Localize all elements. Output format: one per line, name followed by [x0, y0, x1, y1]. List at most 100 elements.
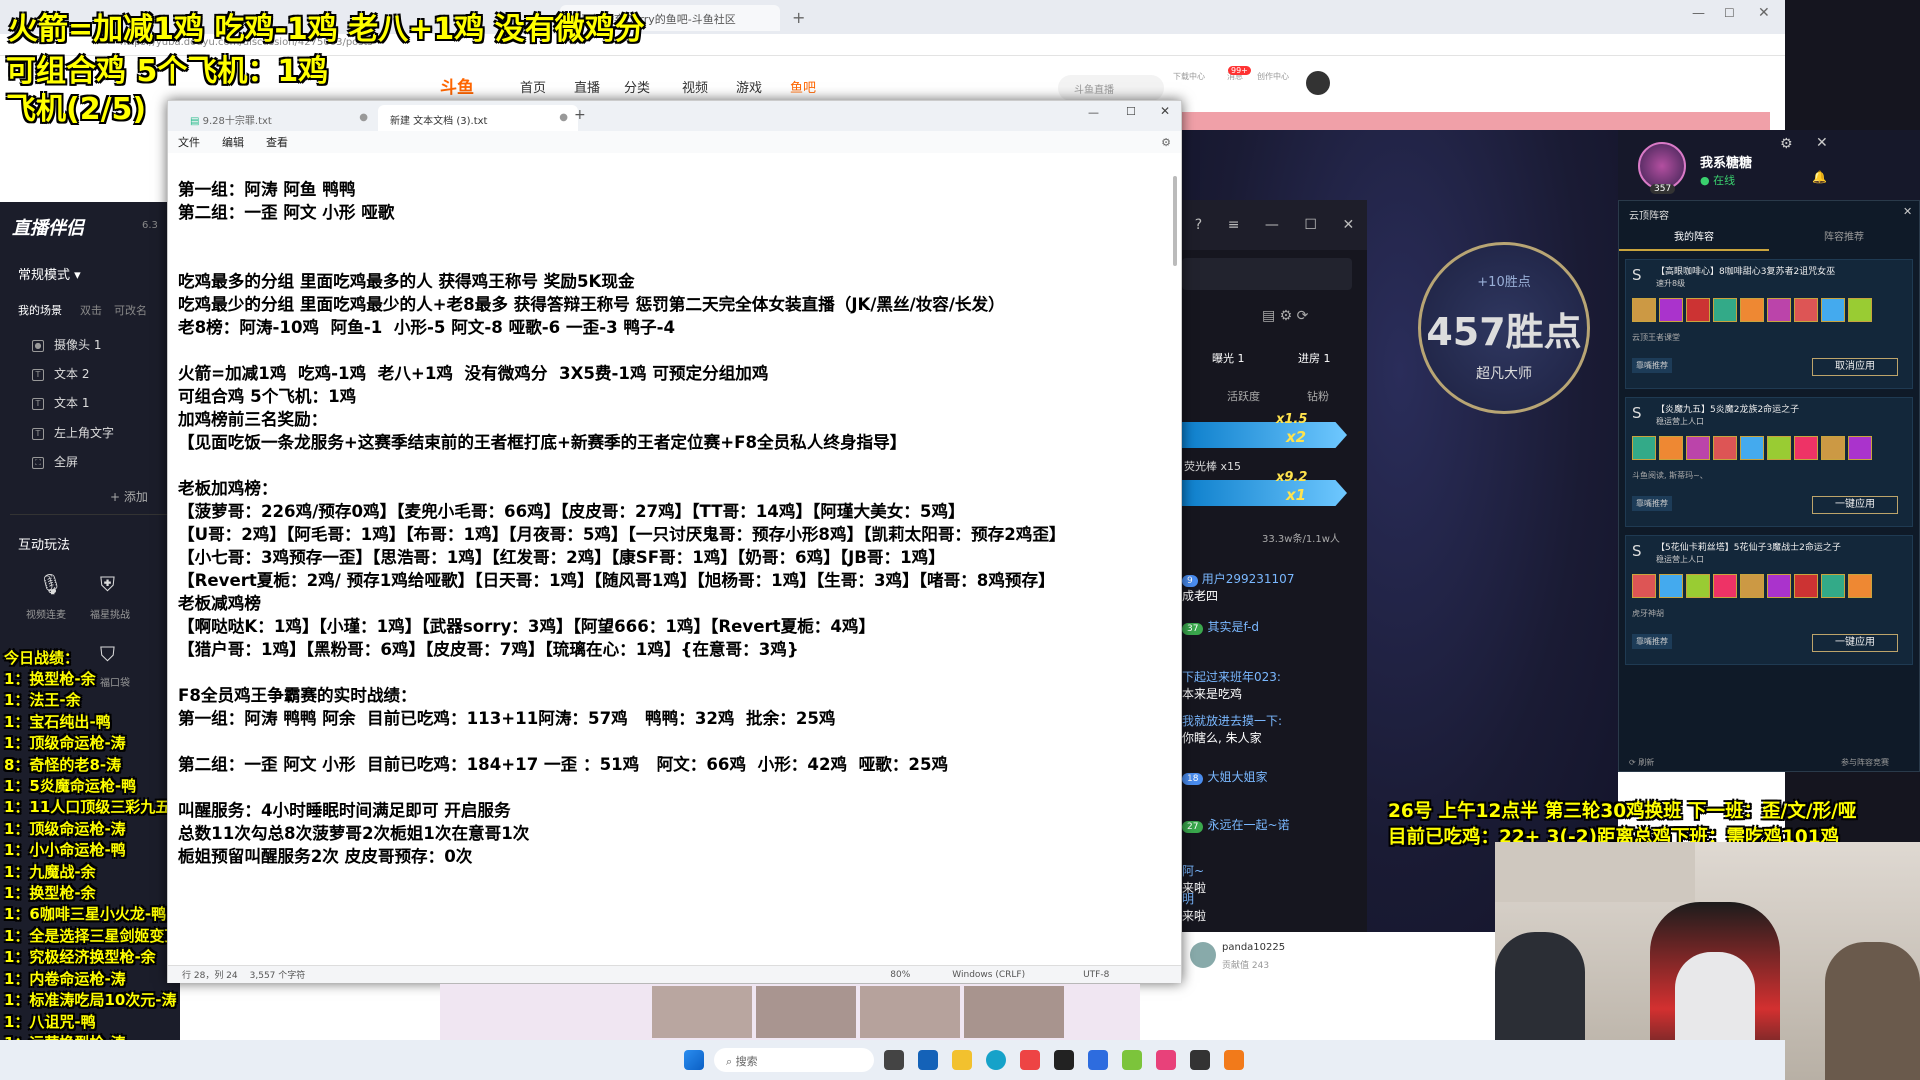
taskbar-search[interactable]: ⌕ 搜索: [714, 1048, 874, 1072]
douyu-icon[interactable]: [1224, 1050, 1244, 1070]
chat-user[interactable]: 永远在一起~诺: [1207, 818, 1289, 832]
champion-icon[interactable]: [1632, 298, 1656, 322]
champion-icon[interactable]: [1713, 574, 1737, 598]
nav-live[interactable]: 直播: [574, 77, 600, 96]
mic-icon[interactable]: 🎙: [38, 572, 63, 596]
video-thumb[interactable]: [964, 986, 1064, 1038]
user-card[interactable]: panda10225 贡献值 243: [1182, 932, 1342, 994]
avatar[interactable]: [1306, 71, 1330, 95]
close-icon[interactable]: ✕: [1758, 5, 1770, 21]
close-icon[interactable]: ✕: [1816, 135, 1828, 151]
champion-icon[interactable]: [1659, 574, 1683, 598]
menu-view[interactable]: 查看: [266, 134, 288, 150]
champion-icon[interactable]: [1848, 574, 1872, 598]
champion-icon[interactable]: [1848, 298, 1872, 322]
champion-icon[interactable]: [1767, 298, 1791, 322]
notepad-icon[interactable]: [1088, 1050, 1108, 1070]
chat-user[interactable]: 明: [1182, 892, 1194, 906]
obs-icon[interactable]: [1054, 1050, 1074, 1070]
app3-icon[interactable]: [1190, 1050, 1210, 1070]
chat-user[interactable]: 大姐大姐家: [1207, 770, 1267, 784]
chat-message[interactable]: 我就放进去摸一下: 你瞎么, 朱人家: [1182, 712, 1282, 746]
champion-icon[interactable]: [1632, 574, 1656, 598]
close-icon[interactable]: ✕: [1342, 217, 1354, 233]
nav-category[interactable]: 分类: [624, 77, 650, 96]
video-thumb[interactable]: [860, 986, 960, 1038]
minimize-icon[interactable]: —: [1265, 217, 1279, 233]
video-thumb[interactable]: [756, 986, 856, 1038]
maximize-icon[interactable]: ☐: [1724, 6, 1735, 20]
contest-link[interactable]: 参与阵容竞赛: [1841, 757, 1889, 768]
champion-icon[interactable]: [1686, 574, 1710, 598]
chat-user[interactable]: 用户299231107: [1202, 572, 1295, 586]
chat-user[interactable]: 下起过来班年023:: [1182, 670, 1281, 684]
chat-message[interactable]: 明来啦: [1182, 890, 1206, 924]
chat-message[interactable]: 18 大姐大姐家: [1182, 768, 1267, 785]
champion-icon[interactable]: [1740, 436, 1764, 460]
download-icon[interactable]: 下载中心: [1172, 71, 1206, 82]
add-source-button[interactable]: + 添加: [110, 488, 148, 505]
creator-icon[interactable]: 创作中心: [1256, 71, 1290, 82]
notepad-text-area[interactable]: 第一组：阿涛 阿鱼 鸭鸭 第二组：一歪 阿文 小形 哑歌 吃鸡最多的分组 里面吃鸡最…: [178, 178, 1163, 878]
scene-text-1[interactable]: T 文本 1: [32, 394, 89, 411]
chat-message[interactable]: 37 其实是f-d: [1182, 618, 1259, 635]
scene-fullscreen[interactable]: ⛶ 全屏: [32, 453, 78, 470]
chat-user[interactable]: 我就放进去摸一下:: [1182, 714, 1282, 728]
minimize-icon[interactable]: —: [1692, 6, 1705, 21]
scrollbar-thumb[interactable]: [1173, 176, 1177, 266]
minimize-icon[interactable]: —: [1088, 106, 1099, 119]
app-icon[interactable]: [1020, 1050, 1040, 1070]
notepad-tab-2[interactable]: 新建 文本文档 (3).txt ●: [378, 105, 578, 131]
lineup-card[interactable]: S 【炎魔九五】5炎魔2龙族2命运之子 稳运营上人口 斗鱼阅读, 斯蒂玛~、 靠嘴推荐 一…: [1625, 397, 1913, 527]
nav-yuba[interactable]: 鱼吧: [790, 77, 816, 96]
scene-tab-mine[interactable]: 我的场景: [18, 302, 62, 318]
edge-icon[interactable]: [986, 1050, 1006, 1070]
video-thumb[interactable]: [652, 986, 752, 1038]
help-icon[interactable]: ?: [1195, 217, 1202, 233]
settings-icon[interactable]: ⚙: [1780, 136, 1793, 152]
tab-my-lineup[interactable]: 我的阵容: [1619, 225, 1769, 251]
start-icon[interactable]: [684, 1050, 704, 1070]
champion-icon[interactable]: [1632, 436, 1656, 460]
close-icon[interactable]: ✕: [1903, 205, 1912, 218]
apply-button[interactable]: 一键应用: [1812, 496, 1898, 514]
champion-icon[interactable]: [1821, 574, 1845, 598]
chat-user[interactable]: 阿~: [1182, 864, 1204, 878]
champion-icon[interactable]: [1767, 574, 1791, 598]
champion-icon[interactable]: [1740, 574, 1764, 598]
tab-recommend[interactable]: 阵容推荐: [1769, 225, 1919, 251]
maximize-icon[interactable]: ☐: [1126, 105, 1136, 118]
chat-message[interactable]: 27 永远在一起~诺: [1182, 816, 1290, 833]
champion-icon[interactable]: [1794, 436, 1818, 460]
apply-button[interactable]: 一键应用: [1812, 634, 1898, 652]
menu-icon[interactable]: ≡: [1228, 217, 1240, 233]
scene-camera[interactable]: ● 摄像头 1: [32, 336, 101, 353]
scene-text-2[interactable]: T 文本 2: [32, 365, 89, 382]
champion-icon[interactable]: [1659, 298, 1683, 322]
champion-icon[interactable]: [1767, 436, 1791, 460]
menu-file[interactable]: 文件: [178, 134, 200, 150]
champion-icon[interactable]: [1713, 436, 1737, 460]
scene-topleft-text[interactable]: T 左上角文字: [32, 424, 114, 441]
widgets-icon[interactable]: [918, 1050, 938, 1070]
apply-button[interactable]: 取消应用: [1812, 358, 1898, 376]
bell-icon[interactable]: 🔔: [1812, 170, 1827, 184]
app2-icon[interactable]: [1156, 1050, 1176, 1070]
close-icon[interactable]: ✕: [1160, 104, 1170, 118]
nav-video[interactable]: 视频: [682, 77, 708, 96]
nav-home[interactable]: 首页: [520, 77, 546, 96]
champion-icon[interactable]: [1713, 298, 1737, 322]
lineup-card[interactable]: S 【5花仙卡莉丝塔】5花仙子3魔战士2命运之子 稳运营上人口 虎牙神胡 靠嘴推荐 一键应…: [1625, 535, 1913, 665]
chat-message[interactable]: 下起过来班年023: 本来是吃鸡: [1182, 668, 1281, 702]
nav-game[interactable]: 游戏: [736, 77, 762, 96]
mode-select[interactable]: 常规模式 ▾: [18, 264, 81, 283]
chat-input-area[interactable]: [1182, 258, 1352, 290]
chat-tool-icons[interactable]: ▤ ⚙ ⟳: [1262, 308, 1308, 324]
lineup-card[interactable]: S 【高眼咖啡心】8咖啡甜心3复苏者2诅咒女巫 速升8级 云顶王者课堂 靠嘴推荐 取消应用: [1625, 259, 1913, 389]
menu-edit[interactable]: 编辑: [222, 134, 244, 150]
douyu-logo[interactable]: 斗鱼: [440, 73, 500, 99]
notepad-tab-1[interactable]: ▤ 9.28十宗罪.txt ●: [178, 105, 378, 131]
champion-icon[interactable]: [1686, 298, 1710, 322]
chat-user[interactable]: 其实是f-d: [1207, 620, 1259, 634]
champion-icon[interactable]: [1740, 298, 1764, 322]
